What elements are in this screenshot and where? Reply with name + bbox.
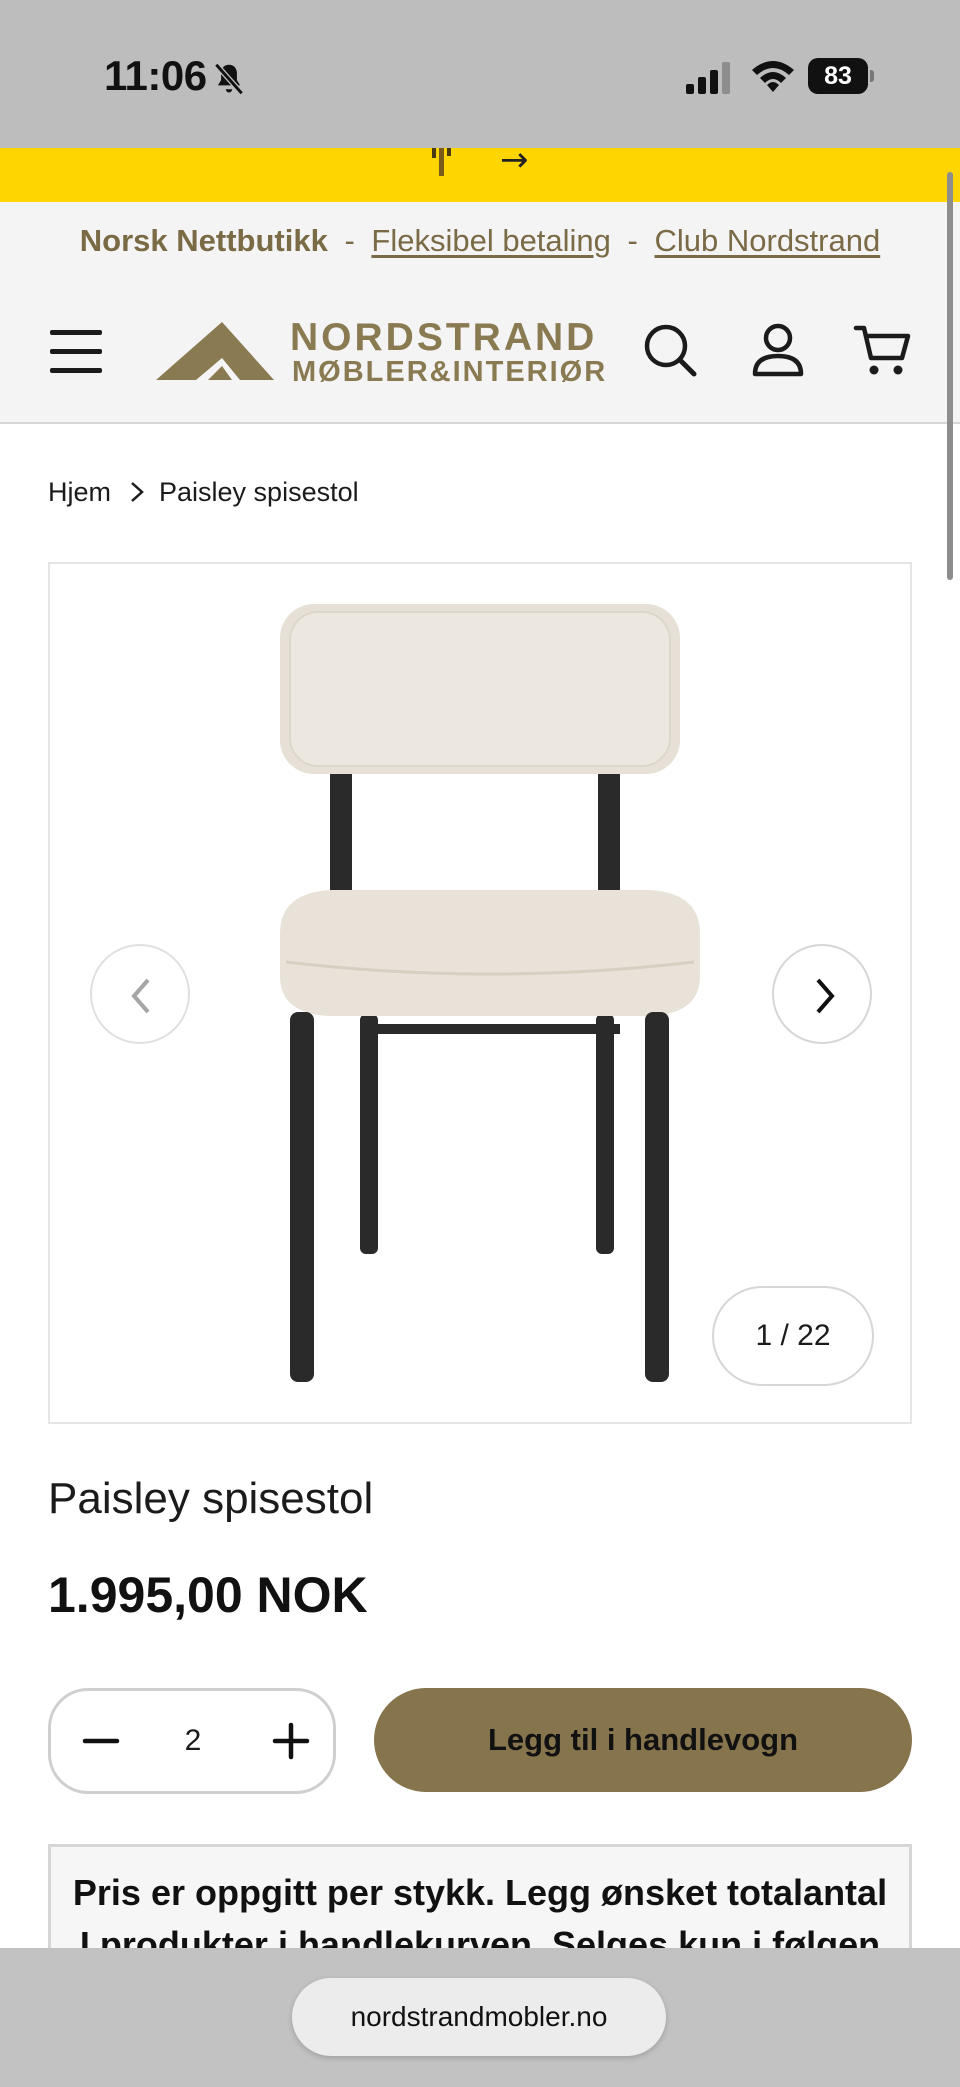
gallery-next-button[interactable] — [772, 944, 872, 1044]
breadcrumb-home[interactable]: Hjem — [48, 477, 111, 508]
status-time: 11:06 — [104, 52, 207, 99]
battery-icon: 83 — [808, 58, 874, 94]
chevron-right-icon — [816, 978, 835, 1014]
menu-icon[interactable] — [50, 330, 102, 374]
product-price: 1.995,00 NOK — [48, 1567, 368, 1623]
account-icon[interactable] — [748, 320, 808, 380]
product-title: Paisley spisestol — [48, 1474, 374, 1523]
page-scrollbar[interactable] — [947, 172, 953, 580]
address-bar[interactable]: nordstrandmobler.no — [292, 1978, 666, 2056]
add-to-cart-button[interactable]: Legg til i handlevogn — [374, 1688, 912, 1792]
promo-banner[interactable]: → — [0, 140, 960, 202]
breadcrumb-current: Paisley spisestol — [159, 476, 359, 507]
logo-mark — [156, 322, 274, 380]
gallery-counter: 1 / 22 — [712, 1286, 874, 1386]
chevron-left-icon — [131, 978, 150, 1014]
search-icon[interactable] — [640, 320, 700, 380]
announcement-separator: - — [344, 223, 355, 258]
club-nordstrand-link[interactable]: Club Nordstrand — [655, 223, 881, 258]
product-image — [280, 604, 700, 1382]
battery-tip — [870, 70, 874, 82]
status-bar: 11:06 83 — [0, 0, 960, 148]
signal-icon — [686, 62, 730, 94]
announcement-bar: Norsk Nettbutikk - Fleksibel betaling - … — [0, 202, 960, 280]
site-header: NORDSTRAND MØBLER&INTERIØR — [0, 280, 960, 424]
cart-icon[interactable] — [852, 320, 912, 380]
product-gallery[interactable]: 1 / 22 — [48, 562, 912, 1424]
arrow-right-icon: → — [500, 140, 529, 180]
bell-off-icon — [214, 62, 244, 96]
browser-toolbar: nordstrandmobler.no — [0, 1948, 960, 2087]
chevron-right-icon — [131, 482, 144, 502]
minus-icon[interactable] — [81, 1721, 121, 1761]
quantity-input[interactable] — [141, 1715, 245, 1767]
breadcrumb: Hjem Paisley spisestol — [48, 472, 359, 512]
flexible-payment-link[interactable]: Fleksibel betaling — [371, 223, 611, 258]
announcement-separator: - — [627, 223, 638, 258]
logo-name: NORDSTRAND — [290, 316, 598, 359]
wifi-icon — [752, 61, 794, 92]
quantity-stepper — [48, 1688, 336, 1794]
logo[interactable]: NORDSTRAND MØBLER&INTERIØR — [156, 318, 616, 388]
battery-level: 83 — [808, 58, 868, 94]
gallery-prev-button[interactable] — [90, 944, 190, 1044]
tree-icon — [432, 148, 451, 176]
announcement-brand: Norsk Nettbutikk — [79, 223, 328, 258]
plus-icon[interactable] — [271, 1721, 311, 1761]
logo-subtitle: MØBLER&INTERIØR — [292, 356, 608, 388]
